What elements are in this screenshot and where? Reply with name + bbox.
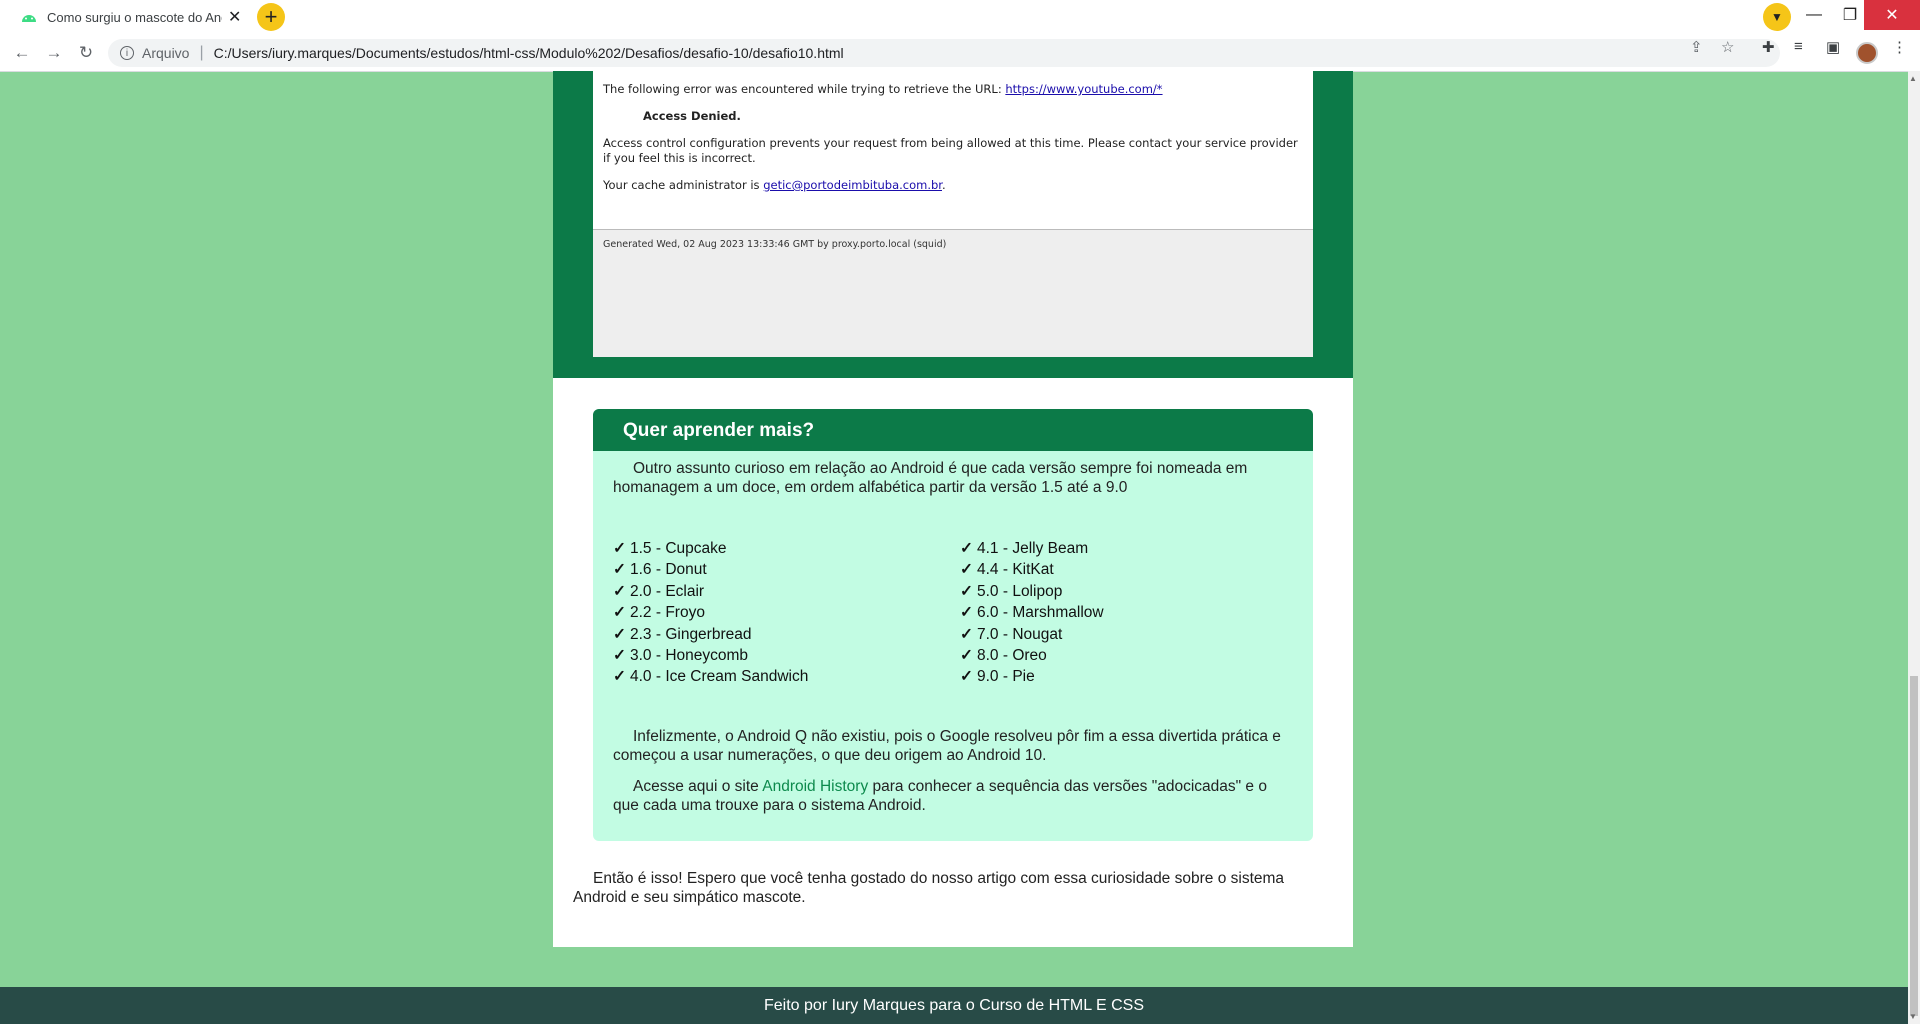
error-line-2: Access control configuration prevents yo… — [603, 136, 1298, 165]
check-icon: ✓ — [613, 561, 626, 579]
video-section: The following error was encountered whil… — [553, 71, 1353, 378]
close-window-button[interactable]: ✕ — [1864, 0, 1920, 30]
learn-more-card: Quer aprender mais? Outro assunto curios… — [593, 409, 1313, 841]
list-item: ✓ 3.0 - Honeycomb — [613, 646, 749, 664]
list-item: ✓ 6.0 - Marshmallow — [960, 604, 1104, 622]
page-footer: Feito por Iury Marques para o Curso de H… — [0, 987, 1908, 1024]
list-item: ✓ 2.2 - Froyo — [613, 604, 705, 622]
check-icon: ✓ — [960, 582, 973, 600]
card-paragraph-2: Infelizmente, o Android Q não existiu, p… — [613, 728, 1281, 764]
card-paragraph-3: Acesse aqui o site Android History para … — [613, 778, 1267, 814]
info-icon[interactable]: i — [120, 46, 134, 60]
check-icon: ✓ — [613, 646, 626, 664]
list-item: ✓ 9.0 - Pie — [960, 668, 1035, 686]
generated-text: Generated Wed, 02 Aug 2023 13:33:46 GMT … — [603, 239, 947, 250]
tab-search-icon[interactable]: ▼ — [1763, 3, 1791, 31]
tab-close-icon[interactable]: ✕ — [228, 7, 241, 27]
bookmark-star-icon[interactable]: ☆ — [1721, 38, 1734, 56]
android-history-link[interactable]: Android History — [762, 778, 868, 795]
error-url-link[interactable]: https://www.youtube.com/* — [1005, 82, 1162, 96]
check-icon: ✓ — [613, 582, 626, 600]
list-item: ✓ 2.3 - Gingerbread — [613, 625, 752, 643]
menu-icon[interactable]: ⋮ — [1892, 38, 1907, 56]
list-item: ✓ 1.6 - Donut — [613, 561, 707, 579]
scroll-down-icon[interactable]: ▼ — [1909, 1012, 1917, 1021]
card-heading: Quer aprender mais? — [623, 420, 815, 441]
page-viewport: The following error was encountered whil… — [0, 71, 1908, 1024]
article-container: The following error was encountered whil… — [553, 71, 1353, 947]
scheme-label: Arquivo — [142, 45, 190, 61]
versions-list-right: ✓ 4.1 - Jelly Beam ✓ 4.4 - KitKat ✓ 5.0 - L… — [960, 538, 1300, 688]
list-item: ✓ 1.5 - Cupcake — [613, 540, 727, 557]
page-scrollbar[interactable]: ▲ ▼ — [1908, 71, 1920, 1024]
tab-title: Como surgiu o mascote do Andr — [47, 9, 222, 25]
list-item: ✓ 4.1 - Jelly Beam — [960, 540, 1089, 557]
tab-strip: Como surgiu o mascote do Andr ✕ + ▼ — ❐ … — [0, 0, 1920, 34]
check-icon: ✓ — [960, 625, 973, 643]
error-footer: Generated Wed, 02 Aug 2023 13:33:46 GMT … — [593, 229, 1313, 357]
embedded-error-frame: The following error was encountered whil… — [593, 71, 1313, 357]
url-text[interactable]: C:/Users/iury.marques/Documents/estudos/… — [214, 45, 844, 61]
error-line-1: The following error was encountered whil… — [603, 82, 1163, 96]
list-item: ✓ 7.0 - Nougat — [960, 625, 1063, 643]
check-icon: ✓ — [960, 646, 973, 664]
scrollbar-thumb[interactable] — [1910, 676, 1918, 1016]
extensions-icon[interactable]: ✚ — [1762, 38, 1775, 56]
list-item: ✓ 5.0 - Lolipop — [960, 582, 1063, 600]
check-icon: ✓ — [613, 625, 626, 643]
address-bar[interactable]: i Arquivo | C:/Users/iury.marques/Docume… — [108, 39, 1780, 67]
browser-tab[interactable]: Como surgiu o mascote do Andr ✕ — [0, 0, 248, 34]
browser-toolbar: ← → ↻ i Arquivo | C:/Users/iury.marques/… — [0, 34, 1920, 72]
card-intro: Outro assunto curioso em relação ao Andr… — [613, 460, 1248, 496]
card-header: Quer aprender mais? — [593, 409, 1313, 451]
error-line-3: Your cache administrator is getic@portod… — [603, 178, 946, 192]
list-item: ✓ 2.0 - Eclair — [613, 582, 705, 600]
footer-text: Feito por Iury Marques para o Curso de H… — [764, 996, 1144, 1014]
android-icon — [21, 9, 37, 25]
list-item: ✓ 8.0 - Oreo — [960, 646, 1047, 664]
profile-avatar[interactable] — [1856, 42, 1878, 64]
media-icon[interactable]: ≡ — [1794, 38, 1803, 55]
back-icon[interactable]: ← — [10, 42, 34, 64]
new-tab-button[interactable]: + — [257, 3, 285, 31]
side-panel-icon[interactable]: ▣ — [1826, 38, 1840, 56]
closing-paragraph: Então é isso! Espero que você tenha gost… — [573, 870, 1285, 906]
forward-icon[interactable]: → — [42, 42, 66, 64]
check-icon: ✓ — [960, 561, 973, 579]
share-icon[interactable]: ⇪ — [1690, 38, 1703, 56]
separator: | — [199, 44, 204, 61]
check-icon: ✓ — [613, 604, 626, 622]
scroll-up-icon[interactable]: ▲ — [1909, 74, 1917, 83]
list-item: ✓ 4.4 - KitKat — [960, 561, 1054, 579]
versions-list-left: ✓ 1.5 - Cupcake ✓ 1.6 - Donut ✓ 2.0 - Eclai… — [613, 538, 953, 688]
check-icon: ✓ — [960, 540, 973, 557]
check-icon: ✓ — [960, 668, 973, 686]
list-item: ✓ 4.0 - Ice Cream Sandwich — [613, 668, 809, 686]
access-denied-text: Access Denied. — [643, 109, 741, 123]
check-icon: ✓ — [613, 540, 626, 557]
reload-icon[interactable]: ↻ — [74, 42, 98, 64]
admin-email-link[interactable]: getic@portodeimbituba.com.br — [763, 178, 942, 192]
check-icon: ✓ — [613, 668, 626, 686]
check-icon: ✓ — [960, 604, 973, 622]
